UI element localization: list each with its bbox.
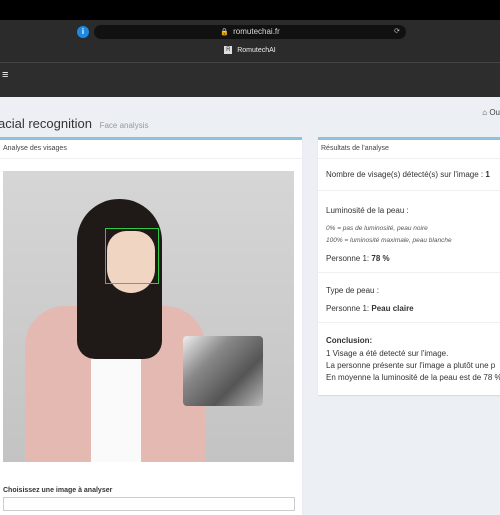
- site-title: R RomutechAI: [0, 46, 500, 54]
- site-title-text: RomutechAI: [237, 46, 276, 54]
- luminosity-title: Luminosité de la peau :: [326, 206, 409, 215]
- status-bar: [0, 0, 500, 20]
- luminosity-note-max: 100% = luminosité maximale, peau blanche: [326, 237, 452, 244]
- analyzed-image: [3, 171, 294, 462]
- page-title: acial recognition Face analysis: [0, 116, 149, 131]
- conclusion-line-1: 1 Visage a été detecté sur l'image.: [326, 349, 449, 358]
- analysis-results-header: Résultats de l'analyse: [318, 140, 500, 159]
- face-analysis-header: Analyse des visages: [0, 140, 302, 159]
- browser-toolbar: i 🔒 romutechai.fr ⟳ R RomutechAI: [0, 20, 500, 62]
- url-text: romutechai.fr: [233, 27, 280, 36]
- home-icon: ⌂: [482, 108, 488, 117]
- page-subtitle: Face analysis: [99, 121, 149, 130]
- image-held-object: [183, 336, 263, 406]
- faces-detected-value: 1: [485, 170, 490, 179]
- top-navbar: ≡: [0, 62, 500, 97]
- person-luminosity-row: Personne 1: 78 %: [326, 254, 390, 263]
- lock-icon: 🔒: [220, 29, 229, 36]
- person-luminosity-value: 78 %: [371, 254, 390, 263]
- url-bar[interactable]: 🔒 romutechai.fr ⟳: [94, 25, 406, 39]
- breadcrumb-text: Ou: [489, 108, 500, 117]
- divider: [318, 322, 500, 323]
- site-logo-icon: R: [224, 46, 233, 54]
- person-skin-label: Personne 1:: [326, 304, 370, 313]
- page-title-text: acial recognition: [0, 116, 92, 131]
- skin-type-title: Type de peau :: [326, 286, 379, 295]
- face-detection-box: [105, 228, 159, 284]
- person-luminosity-label: Personne 1:: [326, 254, 370, 263]
- reload-icon[interactable]: ⟳: [394, 25, 400, 39]
- luminosity-note-min: 0% = pas de luminosité, peau noire: [326, 225, 428, 232]
- divider: [318, 272, 500, 273]
- breadcrumb[interactable]: ⌂ Ou: [482, 108, 500, 117]
- image-file-input[interactable]: [3, 497, 295, 511]
- conclusion-line-3: En moyenne la luminosité de la peau est …: [326, 373, 500, 382]
- faces-detected-row: Nombre de visage(s) détecté(s) sur l'ima…: [326, 170, 490, 179]
- person-skin-row: Personne 1: Peau claire: [326, 304, 414, 313]
- person-skin-value: Peau claire: [371, 304, 414, 313]
- hamburger-menu-icon[interactable]: ≡: [2, 69, 8, 81]
- choose-image-label: Choisissez une image à analyser: [3, 487, 113, 494]
- faces-detected-label: Nombre de visage(s) détecté(s) sur l'ima…: [326, 170, 484, 179]
- browser-tab-icon[interactable]: i: [77, 26, 89, 38]
- divider: [318, 190, 500, 191]
- conclusion-line-2: La personne présente sur l'image a plutô…: [326, 361, 496, 370]
- conclusion-title: Conclusion:: [326, 336, 373, 345]
- face-analysis-panel: Analyse des visages Choisissez une image…: [0, 137, 302, 515]
- analysis-results-panel: Résultats de l'analyse Nombre de visage(…: [318, 137, 500, 395]
